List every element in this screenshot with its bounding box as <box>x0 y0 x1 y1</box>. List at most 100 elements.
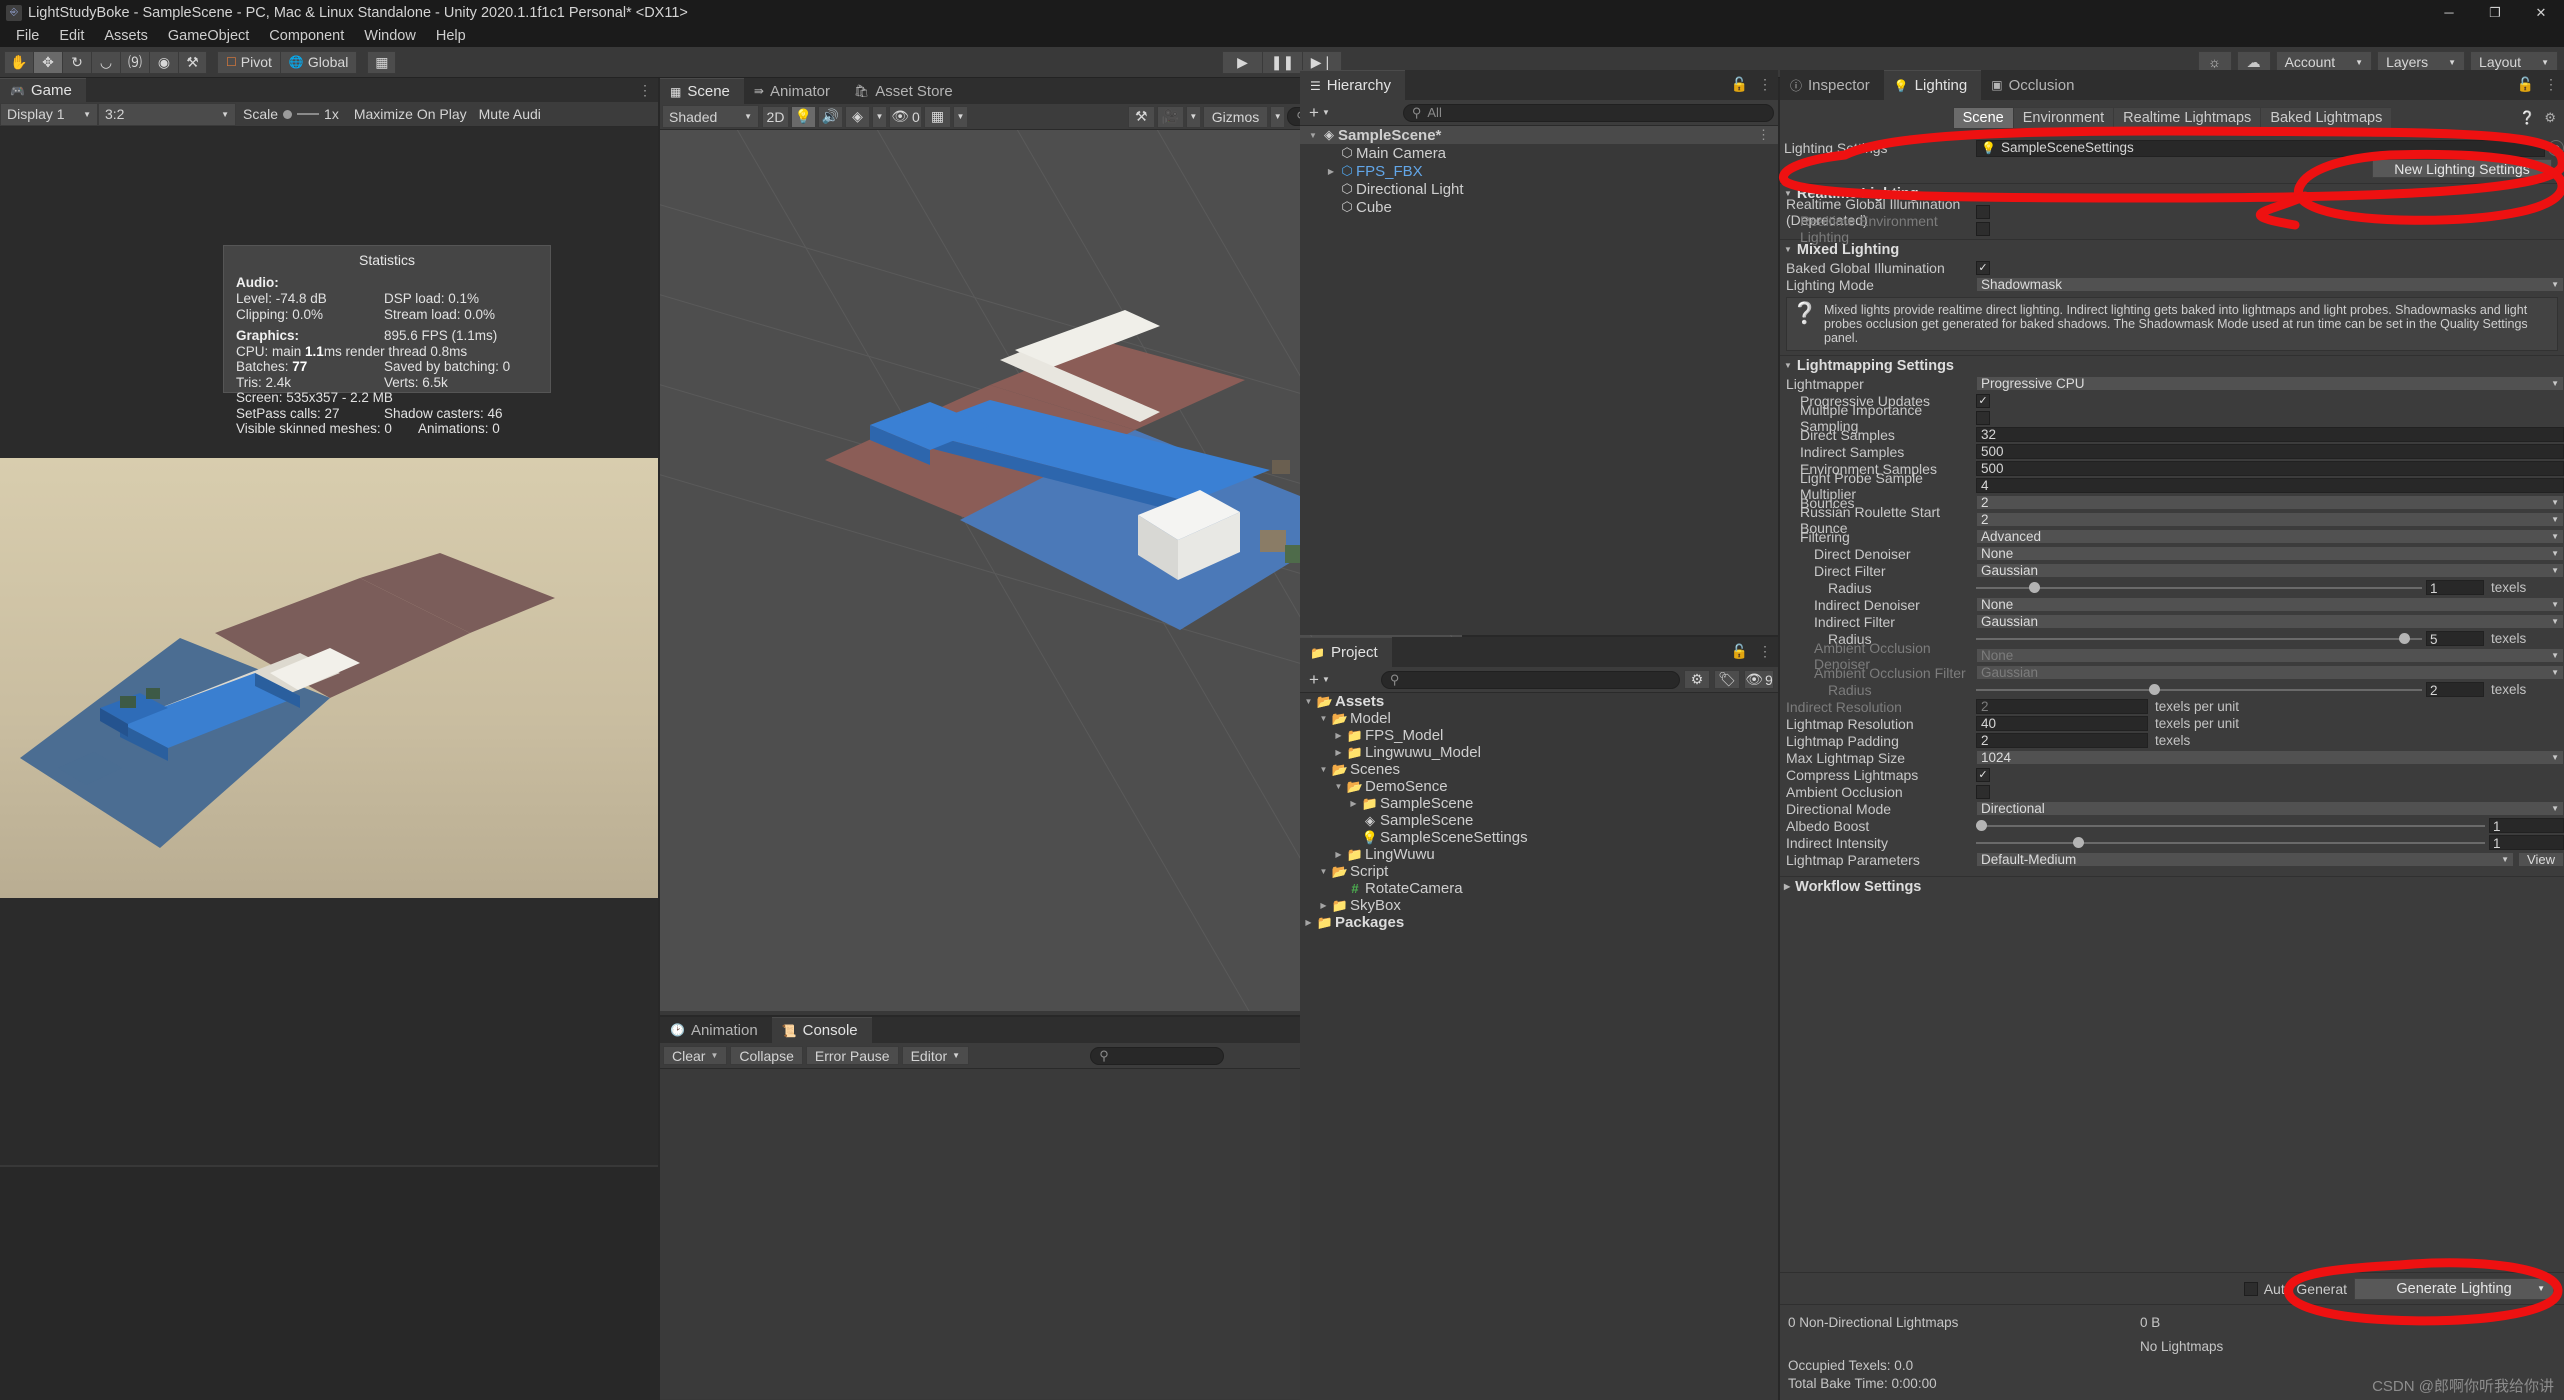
2d-toggle-button[interactable]: 2D <box>762 105 788 128</box>
hierarchy-tree[interactable]: ▼ ◈ SampleScene* ⋮ ⬡ Main Camera ▶ ⬡ FPS_FBX ⬡ Dir… <box>1300 126 1778 216</box>
chevron-down-icon[interactable]: ▼ <box>1317 714 1330 723</box>
scene-camera-dropdown[interactable]: ▼ <box>1185 105 1200 128</box>
add-gameobject-button[interactable]: + ▼ <box>1304 103 1335 123</box>
project-item-fpsmodel[interactable]: ▶ 📁 FPS_Model <box>1300 727 1778 744</box>
project-tree[interactable]: ▼ 📂 Assets ▼ 📂 Model ▶ 📁 FPS_Model ▶ 📁 Lingwuwu_Mod… <box>1300 693 1778 931</box>
slider-knob[interactable] <box>2072 836 2084 848</box>
tab-inspector[interactable]: ⓘ Inspector <box>1780 70 1884 100</box>
tab-animator[interactable]: ⇛ Animator <box>744 78 844 104</box>
error-pause-button[interactable]: Error Pause <box>805 1046 899 1065</box>
chevron-down-icon[interactable]: ▼ <box>1302 697 1315 706</box>
slider[interactable]: 1 <box>1976 835 2564 851</box>
chevron-down-icon[interactable]: ▼ <box>1306 131 1320 140</box>
chevron-right-icon[interactable]: ▶ <box>1302 918 1315 927</box>
slider-value[interactable]: 1 <box>2489 835 2564 851</box>
scale-tool-icon[interactable]: ◡ <box>91 50 120 74</box>
help-icon[interactable]: ❔ <box>2519 110 2535 126</box>
hierarchy-item-directionallight[interactable]: ⬡ Directional Light <box>1300 180 1778 198</box>
subtab-scene[interactable]: Scene <box>1952 107 2013 129</box>
aspect-dropdown[interactable]: 3:2 ▼ <box>98 102 236 126</box>
subtab-baked-lightmaps[interactable]: Baked Lightmaps <box>2260 107 2392 129</box>
scene-grid-visibility-icon[interactable]: ▦ <box>924 105 950 128</box>
global-button[interactable]: 🌐 Global <box>279 50 358 74</box>
scale-knob[interactable] <box>283 109 293 119</box>
chevron-down-icon[interactable]: ▼ <box>1317 867 1330 876</box>
dropdown[interactable]: 2 ▼ <box>1976 495 2564 510</box>
menu-help[interactable]: Help <box>426 25 476 47</box>
text-field[interactable]: 500 <box>1976 461 2564 476</box>
dropdown[interactable]: Shadowmask ▼ <box>1976 277 2564 292</box>
project-item-skybox[interactable]: ▶ 📁 SkyBox <box>1300 897 1778 914</box>
menu-component[interactable]: Component <box>259 25 354 47</box>
rect-tool-icon[interactable]: ⑼ <box>120 50 149 74</box>
dropdown[interactable]: Gaussian ▼ <box>1976 614 2564 629</box>
dropdown[interactable]: Gaussian ▼ <box>1976 563 2564 578</box>
project-item-lingwuwumodel[interactable]: ▶ 📁 Lingwuwu_Model <box>1300 744 1778 761</box>
move-tool-icon[interactable]: ✥ <box>33 50 62 74</box>
checkbox[interactable]: ✓ <box>1976 260 1990 275</box>
collapse-button[interactable]: Collapse <box>730 1046 803 1065</box>
lighting-settings-object-field[interactable]: 💡 SampleSceneSettings <box>1976 139 2545 157</box>
checkbox[interactable] <box>1976 410 1990 425</box>
project-panel-menu[interactable]: ⋮ <box>1758 643 1772 660</box>
play-button[interactable]: ▶ <box>1222 50 1262 74</box>
chevron-down-icon[interactable]: ▼ <box>1317 765 1330 774</box>
menu-edit[interactable]: Edit <box>49 25 94 47</box>
lock-icon[interactable]: 🔓 <box>1731 76 1748 93</box>
project-item-assets[interactable]: ▼ 📂 Assets <box>1300 693 1778 710</box>
section-mixed-lighting[interactable]: ▼ Mixed Lighting <box>1780 239 2564 259</box>
close-button[interactable]: ✕ <box>2518 0 2564 25</box>
draw-mode-dropdown[interactable]: Shaded ▼ <box>662 105 759 128</box>
project-item-scenes[interactable]: ▼ 📂 Scenes <box>1300 761 1778 778</box>
slider-value[interactable]: 2 <box>2426 682 2484 698</box>
mute-audio-toggle[interactable]: Mute Audi <box>475 103 545 126</box>
dropdown[interactable]: Default-Medium ▼ <box>1976 852 2514 867</box>
tab-console[interactable]: 📜 Console <box>771 1017 872 1043</box>
tab-occlusion[interactable]: ▣ Occlusion <box>1981 70 2088 100</box>
slider-value[interactable]: 1 <box>2426 580 2484 596</box>
dropdown[interactable]: 2 ▼ <box>1976 512 2564 527</box>
view-button[interactable]: View <box>2518 852 2564 867</box>
lock-icon[interactable]: 🔓 <box>2517 76 2534 93</box>
project-item-rotatecamera[interactable]: # RotateCamera <box>1300 880 1778 897</box>
tab-hierarchy[interactable]: ☰ Hierarchy <box>1300 70 1405 100</box>
slider-knob[interactable] <box>2149 683 2161 695</box>
slider-knob[interactable] <box>2028 581 2040 593</box>
hierarchy-panel-menu[interactable]: ⋮ <box>1758 76 1772 93</box>
new-lighting-settings-button[interactable]: New Lighting Settings <box>2372 159 2552 178</box>
dropdown[interactable]: None ▼ <box>1976 648 2564 663</box>
filter-by-label-icon[interactable]: 🏷 <box>1714 670 1740 689</box>
object-picker-icon[interactable]: ◉ <box>2548 140 2564 156</box>
game-panel-menu[interactable]: ⋮ <box>638 82 652 99</box>
scene-grid-dropdown[interactable]: ▼ <box>953 105 967 128</box>
checkbox[interactable]: ✓ <box>1976 393 1990 408</box>
tab-scene[interactable]: ▦ Scene <box>660 78 744 104</box>
scale-slider[interactable]: Scale 1x <box>236 106 346 122</box>
slider[interactable]: 1 <box>1976 818 2564 834</box>
text-field[interactable]: 500 <box>1976 444 2564 459</box>
project-item-script[interactable]: ▼ 📂 Script <box>1300 863 1778 880</box>
text-field[interactable]: 32 <box>1976 427 2564 442</box>
display-dropdown[interactable]: Display 1 ▼ <box>0 102 98 126</box>
hierarchy-item-cube[interactable]: ⬡ Cube <box>1300 198 1778 216</box>
project-search-input[interactable]: ⚲ <box>1380 670 1680 689</box>
text-field[interactable]: 4 <box>1976 478 2564 493</box>
menu-assets[interactable]: Assets <box>94 25 158 47</box>
chevron-right-icon[interactable]: ▶ <box>1347 799 1360 808</box>
slider[interactable]: 2 texels <box>1976 682 2564 698</box>
console-search-input[interactable]: ⚲ <box>1090 1046 1224 1065</box>
scene-tools-icon[interactable]: ⚒ <box>1127 105 1154 128</box>
scene-camera-icon[interactable]: 🎥 <box>1156 105 1183 128</box>
maximize-on-play-toggle[interactable]: Maximize On Play <box>346 103 475 126</box>
lock-icon[interactable]: 🔓 <box>1731 643 1748 660</box>
slider-knob[interactable] <box>1976 819 1988 831</box>
dropdown[interactable]: None ▼ <box>1976 597 2564 612</box>
project-item-demosence[interactable]: ▼ 📂 DemoSence <box>1300 778 1778 795</box>
tab-game[interactable]: 🎮 Game <box>0 78 86 102</box>
hierarchy-item-samplescene[interactable]: ▼ ◈ SampleScene* ⋮ <box>1300 126 1778 144</box>
project-item-samplescene[interactable]: ▶ 📁 SampleScene <box>1300 795 1778 812</box>
menu-gameobject[interactable]: GameObject <box>158 25 259 47</box>
generate-lighting-button[interactable]: Generate Lighting ▼ <box>2354 1277 2554 1300</box>
menu-file[interactable]: File <box>6 25 49 47</box>
project-hidden-count[interactable]: 👁 9 <box>1744 670 1774 689</box>
